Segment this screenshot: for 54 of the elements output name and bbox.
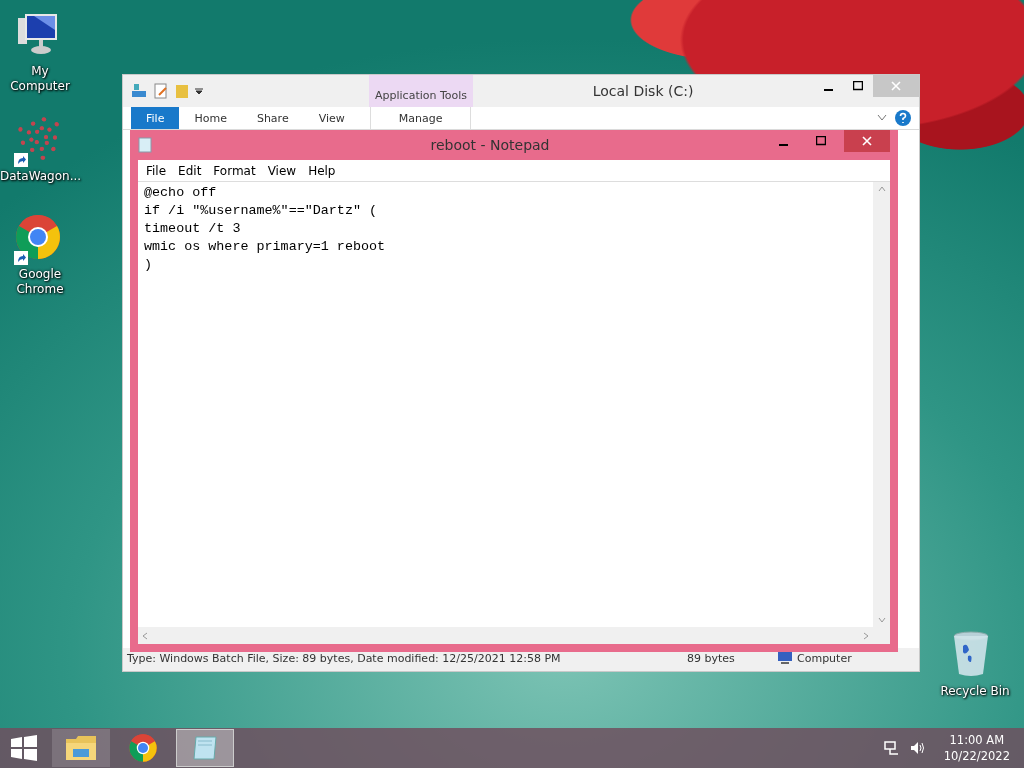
menu-item[interactable]: View bbox=[261, 163, 303, 178]
code-line: @echo off bbox=[144, 184, 218, 202]
notepad-icon bbox=[138, 137, 152, 153]
vertical-scrollbar[interactable] bbox=[873, 182, 890, 627]
chevron-icon[interactable] bbox=[877, 114, 887, 122]
scroll-up-icon[interactable] bbox=[877, 186, 886, 192]
status-text: Type: Windows Batch File, Size: 89 bytes, Date modified: 12/25/2021 12:58 PM bbox=[127, 651, 562, 665]
menu-item[interactable]: Edit bbox=[172, 163, 208, 178]
minimize-icon bbox=[778, 143, 788, 146]
menu-item[interactable]: Format bbox=[207, 163, 262, 178]
folder-icon bbox=[64, 733, 98, 763]
menu-item[interactable]: File bbox=[140, 163, 173, 178]
volume-icon[interactable] bbox=[909, 740, 926, 756]
scroll-right-icon[interactable] bbox=[863, 631, 869, 640]
code-line: wmic os where primary=1 reboot bbox=[144, 238, 387, 256]
ribbon-tab[interactable]: Share bbox=[241, 107, 304, 129]
scroll-left-icon[interactable] bbox=[142, 631, 148, 640]
minimize-icon bbox=[823, 88, 833, 91]
menu-item[interactable]: Help bbox=[302, 163, 342, 178]
ribbon-tab[interactable]: File bbox=[131, 107, 180, 129]
help-icon[interactable] bbox=[895, 110, 911, 126]
taskbar-app-button[interactable] bbox=[176, 729, 234, 767]
windows-logo-icon bbox=[11, 735, 37, 761]
scroll-down-icon[interactable] bbox=[877, 617, 886, 623]
code-line: if /i "%username%"=="Dartz" ( bbox=[144, 202, 379, 220]
taskbar-app-button[interactable] bbox=[52, 729, 110, 767]
notepad-icon bbox=[190, 733, 220, 763]
window-title: Local Disk (C:) bbox=[591, 83, 695, 99]
computer-icon bbox=[777, 652, 793, 664]
status-text: Computer bbox=[797, 651, 852, 665]
clock[interactable]: 11:00 AM 10/22/2022 bbox=[943, 732, 1010, 764]
chrome-icon bbox=[14, 213, 62, 261]
maximize-icon bbox=[853, 81, 863, 91]
new-document-icon[interactable] bbox=[153, 83, 169, 99]
close-button[interactable] bbox=[844, 130, 890, 152]
dropdown-icon[interactable] bbox=[195, 87, 203, 95]
close-icon bbox=[891, 81, 901, 91]
desktop-icon-label[interactable]: Google Chrome bbox=[15, 267, 65, 297]
ribbon-tab[interactable]: Manage bbox=[369, 107, 472, 129]
desktop-icon-label[interactable]: My Computer bbox=[0, 64, 80, 94]
properties-icon[interactable] bbox=[131, 83, 147, 99]
context-tab-group: Application Tools bbox=[369, 75, 474, 107]
close-icon bbox=[862, 136, 872, 146]
ribbon-tab[interactable]: View bbox=[303, 107, 360, 129]
window-title: reboot - Notepad bbox=[429, 137, 551, 153]
horizontal-scrollbar[interactable] bbox=[138, 627, 873, 644]
code-line: ) bbox=[144, 256, 154, 274]
ribbon-tab[interactable]: Home bbox=[179, 107, 242, 129]
desktop-icon-label[interactable]: DataWagon... bbox=[0, 169, 80, 184]
network-icon[interactable] bbox=[883, 740, 900, 756]
maximize-icon bbox=[816, 136, 826, 146]
code-line: timeout /t 3 bbox=[144, 220, 242, 238]
status-text: 89 bytes bbox=[687, 651, 736, 665]
chrome-icon bbox=[128, 733, 158, 763]
